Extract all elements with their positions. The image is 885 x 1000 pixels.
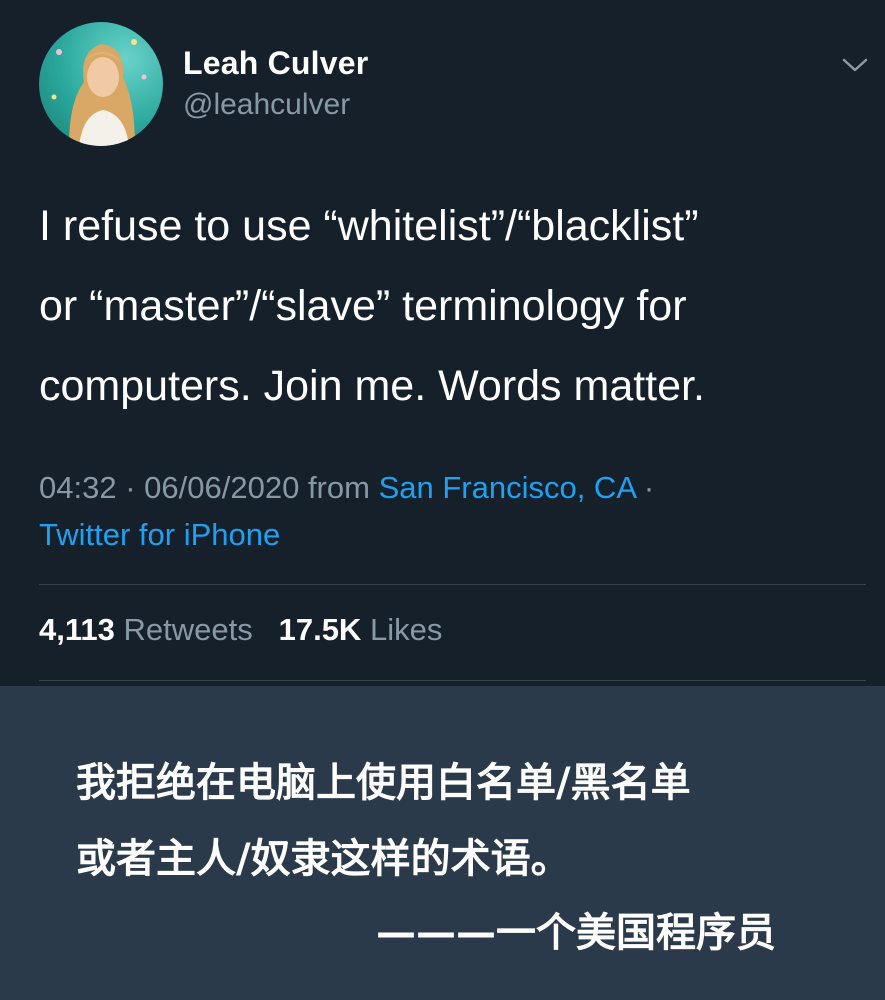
tweet-time[interactable]: 04:32 [39, 470, 117, 505]
tweet-text-line: or “master”/“slave” terminology for [39, 282, 687, 330]
tweet-text-line: computers. Join me. Words matter. [39, 362, 705, 410]
caption-signature: ———一个美国程序员 [376, 910, 776, 956]
tweet-meta-line2: Twitter for iPhone [39, 511, 859, 558]
tweet-text: I refuse to use “whitelist”/“blacklist” … [39, 186, 859, 426]
tweet-meta: 04:32 · 06/06/2020 from San Francisco, C… [39, 464, 859, 558]
client-link[interactable]: Twitter for iPhone [39, 517, 280, 552]
divider [39, 584, 866, 585]
meta-separator: · [643, 470, 655, 505]
likes-stat[interactable]: 17.5K Likes [279, 612, 443, 647]
divider [39, 680, 866, 681]
likes-label: Likes [369, 612, 443, 647]
tweet-card: Leah Culver @leahculver I refuse to use … [0, 0, 885, 686]
retweets-count: 4,113 [39, 612, 115, 647]
chevron-down-icon[interactable] [840, 54, 870, 76]
likes-count: 17.5K [278, 612, 362, 647]
tweet-meta-line1: 04:32 · 06/06/2020 from San Francisco, C… [39, 464, 859, 511]
author-handle[interactable]: @leahculver [183, 88, 350, 122]
tweet-stats: 4,113 Retweets 17.5K Likes [39, 612, 442, 648]
meta-separator: · [125, 470, 136, 505]
caption-panel: 我拒绝在电脑上使用白名单/黑名单 或者主人/奴隶这样的术语。 ———一个美国程序… [0, 686, 885, 1000]
tweet-text-line: I refuse to use “whitelist”/“blacklist” [39, 202, 699, 250]
avatar[interactable] [39, 22, 163, 146]
tweet-date[interactable]: 06/06/2020 [144, 470, 299, 505]
caption-line: 我拒绝在电脑上使用白名单/黑名单 [76, 760, 691, 806]
retweets-stat[interactable]: 4,113 Retweets [39, 612, 261, 647]
retweets-label: Retweets [123, 612, 253, 647]
caption-line: 或者主人/奴隶这样的术语。 [76, 836, 571, 882]
avatar-photo [51, 39, 147, 146]
from-label: from [307, 470, 370, 505]
author-name[interactable]: Leah Culver [183, 45, 368, 82]
location-link[interactable]: San Francisco, CA [379, 470, 636, 505]
